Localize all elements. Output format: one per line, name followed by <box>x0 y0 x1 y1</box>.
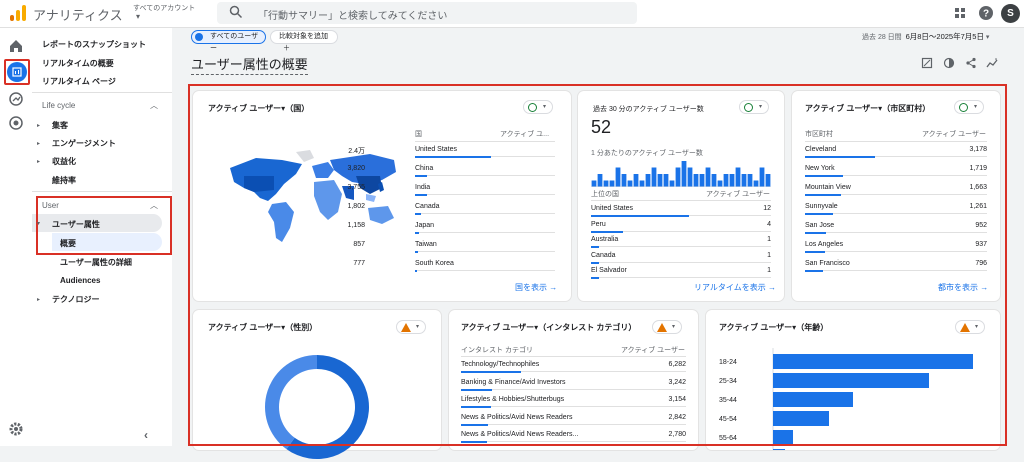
nav-divider <box>32 191 172 192</box>
expand-arrow-icon[interactable]: ▸ <box>37 122 40 129</box>
nav-item-user-attributes[interactable]: ユーザー属性 <box>52 219 100 230</box>
nav-item-user-attr-detail[interactable]: ユーザー属性の詳細 <box>60 257 132 268</box>
expand-arrow-icon[interactable]: ▸ <box>37 158 40 165</box>
page-title: ユーザー属性の概要 <box>191 54 308 75</box>
search-placeholder: 「行動サマリー」と検索してみてください <box>258 11 448 22</box>
expand-arrow-icon[interactable]: ▸ <box>37 296 40 303</box>
date-dropdown-icon: ▾ <box>985 34 990 41</box>
account-dropdown-icon[interactable]: ▾ <box>136 12 140 21</box>
collapse-nav-icon[interactable]: ‹ <box>144 428 148 442</box>
search-icon <box>229 5 243 19</box>
overview-highlight-frame <box>188 84 1007 446</box>
segment-icon <box>195 33 203 41</box>
date-range-selector[interactable]: 過去 28 日間 6月8日～2025年7月5日 ▾ <box>862 31 989 42</box>
age-bar-partial <box>773 449 785 450</box>
settings-gear-icon[interactable] <box>8 421 24 437</box>
date-range: 6月8日～2025年7月5日 <box>905 32 984 41</box>
add-comparison-label: 比較対象を追加 <box>279 33 328 40</box>
nav-item-overview[interactable]: 概要 <box>60 238 76 249</box>
nav-item-tech[interactable]: テクノロジー <box>52 294 100 305</box>
plus-icon: ＋ <box>283 45 290 52</box>
analytics-logo-icon[interactable] <box>10 5 26 21</box>
all-users-label: すべてのユーザー <box>210 33 259 52</box>
nav-item-realtime-overview[interactable]: リアルタイムの概要 <box>42 58 114 69</box>
explore-icon[interactable] <box>8 91 24 107</box>
collapse-arrow-icon[interactable]: ▾ <box>37 220 40 227</box>
nav-item-engagement[interactable]: エンゲージメント <box>52 138 116 149</box>
all-users-chip[interactable]: すべてのユーザー <box>191 30 266 52</box>
date-prefix: 過去 28 日間 <box>862 34 902 41</box>
nav-item-acquisition[interactable]: 集客 <box>52 120 68 131</box>
left-rail <box>0 28 32 446</box>
insights-icon[interactable] <box>986 57 998 69</box>
avatar[interactable]: S <box>1001 4 1020 23</box>
collapse-chevron-icon[interactable]: ︿ <box>150 200 158 211</box>
share-icon[interactable] <box>965 57 977 69</box>
search-bar[interactable]: 「行動サマリー」と検索してみてください <box>217 2 637 24</box>
app-title: アナリティクス <box>33 8 123 23</box>
nav-divider <box>32 92 172 93</box>
nav-item-monetization[interactable]: 収益化 <box>52 156 76 167</box>
nav-section-lifecycle[interactable]: Life cycle <box>42 101 75 110</box>
top-bar: アナリティクス すべてのアカウント ▾ 「行動サマリー」と検索してみてください … <box>0 0 1024 28</box>
compare-icon[interactable] <box>943 57 955 69</box>
help-icon[interactable]: ? <box>978 5 994 21</box>
customize-report-icon[interactable] <box>921 57 933 69</box>
nav-item-realtime-pages[interactable]: リアルタイム ページ <box>42 76 116 87</box>
reports-icon[interactable] <box>7 62 27 82</box>
nav-item-retention[interactable]: 維持率 <box>52 175 76 186</box>
advertising-icon[interactable] <box>8 115 24 131</box>
apps-grid-icon[interactable] <box>952 5 968 21</box>
expand-arrow-icon[interactable]: ▸ <box>37 140 40 147</box>
svg-text:?: ? <box>983 9 989 20</box>
report-nav: レポートのスナップショット リアルタイムの概要 リアルタイム ページ Life … <box>32 28 172 446</box>
collapse-chevron-icon[interactable]: ︿ <box>150 100 158 111</box>
nav-item-snapshot[interactable]: レポートのスナップショット <box>42 39 146 50</box>
add-comparison-button[interactable]: 比較対象を追加 ＋ <box>270 30 338 52</box>
nav-section-user[interactable]: User <box>42 201 59 210</box>
account-selector-label[interactable]: すべてのアカウント <box>133 3 195 13</box>
home-icon[interactable] <box>8 38 24 54</box>
nav-item-audiences[interactable]: Audiences <box>60 276 100 285</box>
